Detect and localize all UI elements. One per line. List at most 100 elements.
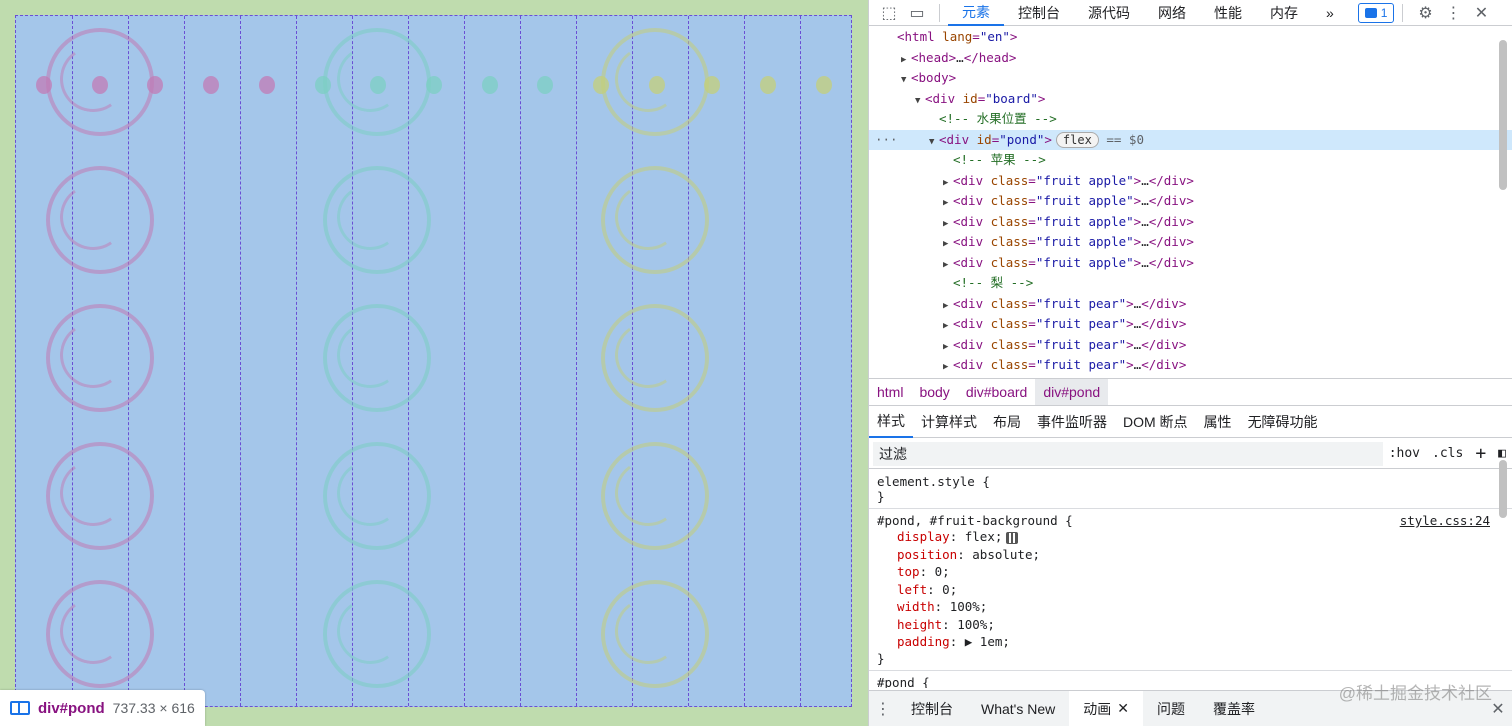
close-icon[interactable]: ✕ [1467,1,1495,25]
drawer-tab-coverage[interactable]: 覆盖率 [1199,691,1269,726]
css-property-value[interactable]: flex; [965,529,1003,544]
tab-computed[interactable]: 计算样式 [913,406,985,438]
class-toggle[interactable]: .cls [1426,446,1469,461]
tab-layout[interactable]: 布局 [985,406,1029,438]
css-property-value[interactable]: 100%; [957,617,995,632]
node-actions-icon[interactable]: ··· [875,130,898,151]
tab-console[interactable]: 控制台 [1004,0,1074,26]
dom-node[interactable]: ▶ <div class="fruit pear">…</div> [869,314,1512,335]
dom-node[interactable]: <!-- 梨 --> [869,273,1512,294]
css-property-name[interactable]: display [897,529,950,544]
collapsed-triangle-icon[interactable]: ▶ [943,296,953,317]
close-tab-icon[interactable]: ✕ [1117,700,1129,717]
filter-input[interactable] [873,441,1383,466]
collapsed-triangle-icon[interactable]: ▶ [943,234,953,255]
kebab-menu-icon[interactable]: ⋮ [1439,1,1467,25]
dom-node[interactable]: <html lang="en"> [869,27,1512,48]
breadcrumb-item[interactable]: body [911,379,957,405]
css-property-name[interactable]: width [897,599,935,614]
breadcrumb-item[interactable]: div#pond [1035,379,1109,405]
collapsed-triangle-icon[interactable]: ▶ [943,316,953,337]
collapsed-triangle-icon[interactable]: ▶ [943,214,953,235]
dom-node[interactable]: ▶ <head>…</head> [869,48,1512,69]
dom-node[interactable]: ▶ <div class="fruit apple">…</div> [869,253,1512,274]
drawer-tab-whats-new[interactable]: What's New [967,691,1069,726]
tab-properties[interactable]: 属性 [1196,406,1240,438]
breadcrumb-item[interactable]: div#board [958,379,1036,405]
drawer-tab-console[interactable]: 控制台 [897,691,967,726]
tab-network[interactable]: 网络 [1144,0,1200,26]
css-declaration[interactable]: height: 100%; [877,616,1504,634]
dom-node[interactable]: ▶ <div class="fruit pear">…</div> [869,294,1512,315]
flex-column-guide [576,16,577,706]
tab-dom-breakpoints[interactable]: DOM 断点 [1115,406,1196,438]
device-toggle-icon[interactable]: ▭ [903,1,931,25]
flex-layout-icon [10,701,30,715]
scrollbar-thumb[interactable] [1499,40,1507,190]
css-property-name[interactable]: height [897,617,942,632]
gear-icon[interactable]: ⚙ [1411,1,1439,25]
tab-accessibility[interactable]: 无障碍功能 [1240,406,1326,438]
css-property-name[interactable]: left [897,582,927,597]
dom-node[interactable]: ▶ <div class="fruit apple">…</div> [869,171,1512,192]
breadcrumb-item[interactable]: html [869,379,911,405]
flexbox-editor-icon[interactable] [1006,531,1019,544]
dom-node[interactable]: <!-- 苹果 --> [869,150,1512,171]
tab-performance[interactable]: 性能 [1200,0,1256,26]
css-property-value[interactable]: 0; [935,564,950,579]
pond-highlight-overlay[interactable] [15,15,852,707]
hover-state-toggle[interactable]: :hov [1383,446,1426,461]
tab-event-listeners[interactable]: 事件监听器 [1029,406,1115,438]
dom-node[interactable]: ▼ <div id="board"> [869,89,1512,110]
expanded-triangle-icon[interactable]: ▼ [915,91,925,112]
dom-node[interactable]: ▼ <body> [869,68,1512,89]
scrollbar-thumb[interactable] [1499,460,1507,518]
tab-styles[interactable]: 样式 [869,406,913,438]
dom-node[interactable]: <!-- 水果位置 --> [869,109,1512,130]
dom-node[interactable]: ▶ <div class="fruit apple">…</div> [869,212,1512,233]
dom-node[interactable]: ▶ <div class="fruit apple">…</div> [869,232,1512,253]
tab-elements[interactable]: 元素 [948,0,1004,26]
css-declaration[interactable]: position: absolute; [877,546,1504,564]
dom-node[interactable]: ▶ <div class="fruit pear">…</div> [869,355,1512,376]
css-declaration[interactable]: padding: ▶ 1em; [877,633,1504,651]
issues-badge[interactable]: 1 [1357,2,1395,23]
fruit-icon [537,76,554,94]
css-property-name[interactable]: position [897,547,957,562]
collapsed-triangle-icon[interactable]: ▶ [943,255,953,276]
dom-node-selected[interactable]: ··· ▼ <div id="pond"> flex == $0 [869,129,1512,153]
css-declaration[interactable]: width: 100%; [877,598,1504,616]
collapsed-triangle-icon[interactable]: ▶ [943,173,953,194]
collapsed-triangle-icon[interactable]: ▶ [901,50,911,71]
drawer-tab-animations[interactable]: 动画 ✕ [1069,690,1143,726]
css-declaration[interactable]: left: 0; [877,581,1504,599]
drawer-menu-icon[interactable]: ⋮ [869,697,897,721]
dom-tree-scrollbar[interactable] [1496,30,1510,202]
expanded-triangle-icon[interactable]: ▼ [929,132,939,153]
css-property-value[interactable]: 0; [942,582,957,597]
tab-sources[interactable]: 源代码 [1074,0,1144,26]
dom-node[interactable]: ▶ <div class="fruit apple">…</div> [869,191,1512,212]
element-style-rule[interactable]: element.style { } [869,470,1512,509]
dom-node[interactable]: ▶ <div class="fruit pear">…</div> [869,335,1512,356]
css-property-value[interactable]: ▶ 1em; [965,634,1010,649]
styles-scrollbar[interactable] [1496,460,1510,520]
css-declaration[interactable]: display: flex; [877,528,1504,546]
css-property-value[interactable]: 100%; [950,599,988,614]
collapsed-triangle-icon[interactable]: ▶ [943,193,953,214]
inspect-element-icon[interactable]: ⬚ [875,1,903,25]
collapsed-triangle-icon[interactable]: ▶ [943,337,953,358]
rule-source-link[interactable]: style.css:24 [1400,513,1490,528]
css-property-name[interactable]: padding [897,634,950,649]
more-tabs-button[interactable]: » [1312,0,1348,26]
computed-sidebar-toggle-icon[interactable]: ◧ [1492,446,1512,461]
new-rule-button[interactable]: + [1469,443,1492,464]
pond-style-rule[interactable]: #pond, #fruit-background { style.css:24 … [869,509,1512,671]
tab-memory[interactable]: 内存 [1256,0,1312,26]
collapsed-triangle-icon[interactable]: ▶ [943,357,953,377]
css-property-name[interactable]: top [897,564,920,579]
css-declaration[interactable]: top: 0; [877,563,1504,581]
expanded-triangle-icon[interactable]: ▼ [901,70,911,91]
css-property-value[interactable]: absolute; [972,547,1040,562]
drawer-tab-issues[interactable]: 问题 [1143,691,1199,726]
